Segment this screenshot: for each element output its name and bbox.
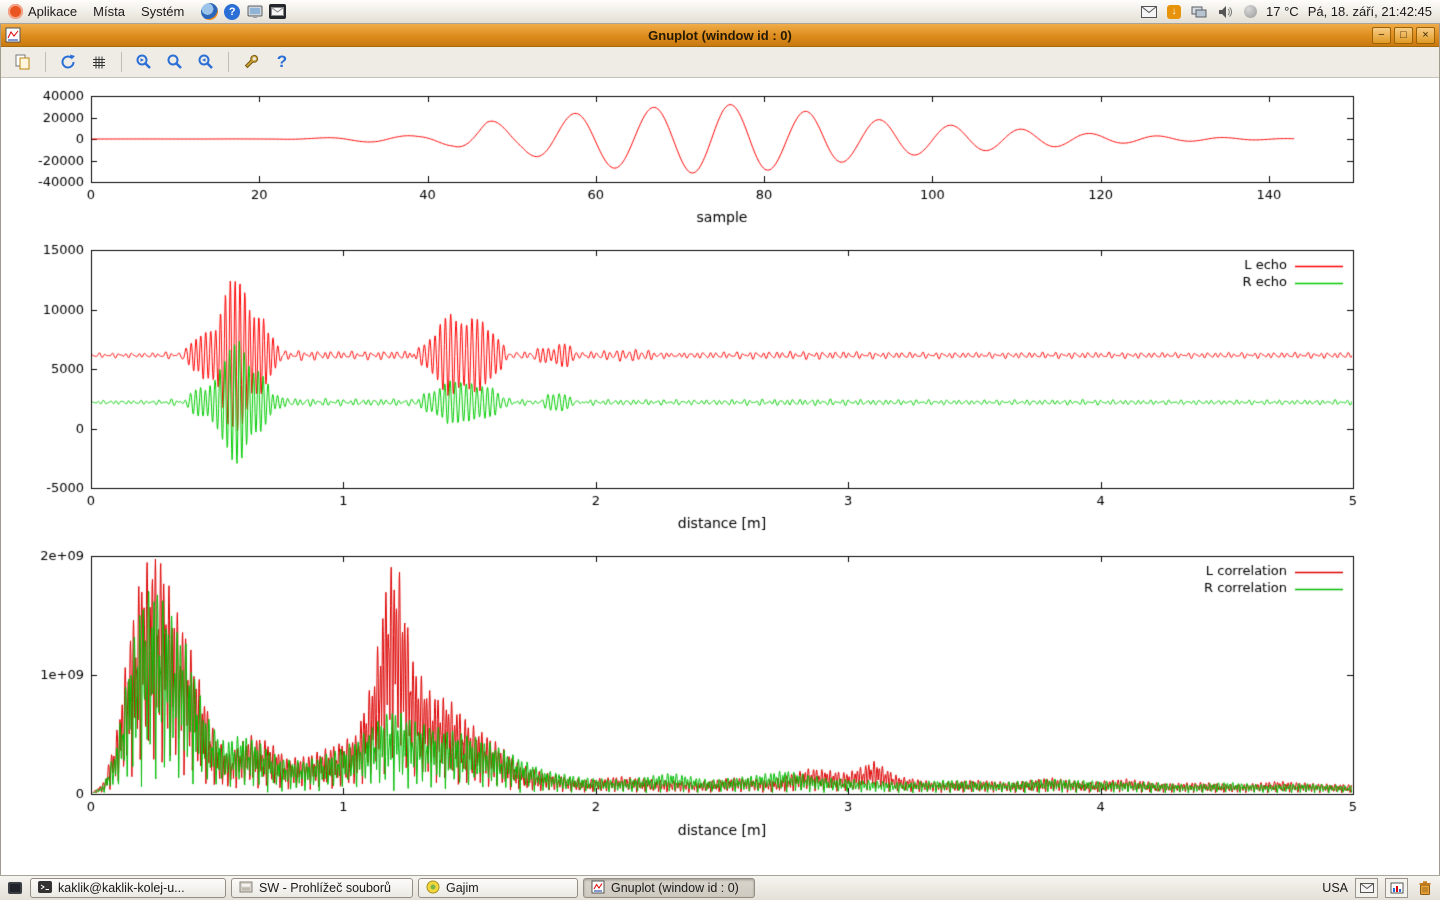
gnuplot-toolbar: ? bbox=[1, 47, 1439, 78]
gnuplot-window: Gnuplot (window id : 0) − □ × bbox=[0, 24, 1440, 875]
menu-applications[interactable]: Aplikace bbox=[0, 0, 85, 23]
taskbar-item-terminal[interactable]: kaklik@kaklik-kolej-u... bbox=[30, 878, 226, 898]
panel-tray: ↓ 17 °C Pá, 18. září, 21:42:45 bbox=[1140, 0, 1440, 23]
firefox-icon[interactable] bbox=[200, 3, 218, 21]
menu-system-label: Systém bbox=[141, 4, 184, 19]
window-list-icon[interactable] bbox=[5, 879, 25, 898]
copy-icon[interactable] bbox=[11, 50, 35, 74]
sample-waveform-chart[interactable] bbox=[1, 80, 1440, 230]
window-titlebar[interactable]: Gnuplot (window id : 0) − □ × bbox=[1, 24, 1439, 47]
taskbar-item-gajim[interactable]: Gajim bbox=[418, 878, 578, 898]
zoom-icon[interactable] bbox=[163, 50, 187, 74]
window-buttons: − □ × bbox=[1372, 27, 1435, 44]
zoom-previous-icon[interactable] bbox=[132, 50, 156, 74]
panel-launchers: ? bbox=[192, 0, 294, 23]
desktop: Aplikace Místa Systém ? bbox=[0, 0, 1440, 900]
correlation-distance-chart[interactable] bbox=[1, 540, 1440, 845]
grid-icon[interactable] bbox=[87, 50, 111, 74]
temperature-label[interactable]: 17 °C bbox=[1266, 4, 1299, 19]
minimize-button[interactable]: − bbox=[1372, 27, 1391, 44]
mail-notification-icon[interactable] bbox=[1140, 3, 1158, 21]
clock-label[interactable]: Pá, 18. září, 21:42:45 bbox=[1308, 4, 1432, 19]
gajim-icon bbox=[426, 880, 440, 897]
menu-places-label: Místa bbox=[93, 4, 125, 19]
taskbar-item-label: SW - Prohlížeč souborů bbox=[259, 881, 391, 895]
menu-system[interactable]: Systém bbox=[133, 0, 192, 23]
panel-menus: Aplikace Místa Systém ? bbox=[0, 0, 294, 23]
taskbar-item-gnuplot[interactable]: Gnuplot (window id : 0) bbox=[583, 878, 755, 898]
top-panel: Aplikace Místa Systém ? bbox=[0, 0, 1440, 24]
taskbar-item-file-manager[interactable]: SW - Prohlížeč souborů bbox=[231, 878, 413, 898]
mail-launcher-icon[interactable] bbox=[269, 4, 286, 19]
terminal-icon bbox=[38, 881, 52, 896]
config-icon[interactable] bbox=[239, 50, 263, 74]
toolbar-separator bbox=[228, 52, 229, 72]
zoom-next-icon[interactable] bbox=[194, 50, 218, 74]
software-update-icon[interactable]: ↓ bbox=[1167, 5, 1181, 19]
volume-icon[interactable] bbox=[1217, 3, 1235, 21]
mail-notification-icon[interactable] bbox=[1355, 878, 1378, 898]
keyboard-layout-indicator[interactable]: USA bbox=[1322, 881, 1348, 895]
toolbar-separator bbox=[121, 52, 122, 72]
network-icon[interactable] bbox=[1190, 3, 1208, 21]
weather-icon[interactable] bbox=[1244, 5, 1257, 18]
menu-places[interactable]: Místa bbox=[85, 0, 133, 23]
echo-distance-chart[interactable] bbox=[1, 230, 1440, 540]
trash-icon[interactable] bbox=[1415, 879, 1435, 898]
window-title: Gnuplot (window id : 0) bbox=[1, 28, 1439, 43]
help-icon[interactable]: ? bbox=[270, 50, 294, 74]
gnuplot-window-icon bbox=[5, 27, 21, 43]
taskbar-item-label: kaklik@kaklik-kolej-u... bbox=[58, 881, 185, 895]
menu-applications-label: Aplikace bbox=[28, 4, 77, 19]
help-icon[interactable]: ? bbox=[223, 3, 241, 21]
taskbar: kaklik@kaklik-kolej-u... SW - Prohlížeč … bbox=[0, 875, 1440, 900]
plot-applet-icon[interactable] bbox=[1385, 878, 1408, 898]
file-manager-icon bbox=[239, 881, 253, 896]
toolbar-separator bbox=[45, 52, 46, 72]
close-button[interactable]: × bbox=[1416, 27, 1435, 44]
gnuplot-plot-area bbox=[1, 78, 1439, 875]
maximize-button[interactable]: □ bbox=[1394, 27, 1413, 44]
taskbar-tray: USA bbox=[1322, 878, 1435, 898]
refresh-icon[interactable] bbox=[56, 50, 80, 74]
gnuplot-icon bbox=[591, 880, 605, 897]
taskbar-item-label: Gnuplot (window id : 0) bbox=[611, 881, 739, 895]
ubuntu-logo-icon bbox=[8, 4, 23, 19]
monitor-icon[interactable] bbox=[246, 3, 264, 21]
taskbar-item-label: Gajim bbox=[446, 881, 479, 895]
